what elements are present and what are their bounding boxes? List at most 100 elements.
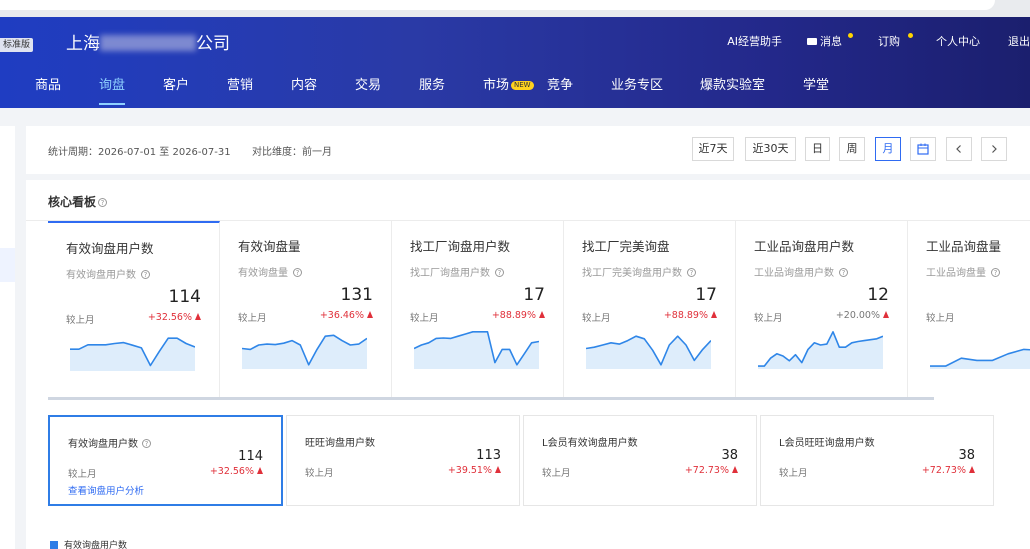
help-icon[interactable]: ? [142,439,151,448]
card-change-value: +36.46% [319,310,364,321]
subscribe-label: 订购 [878,35,900,48]
card-value: 12 [867,285,889,305]
nav-item-competition[interactable]: 竞争 [547,76,573,96]
help-icon[interactable]: ? [141,270,150,279]
calendar-button[interactable] [910,137,936,161]
next-period-button[interactable] [981,137,1007,161]
help-icon[interactable]: ? [98,198,108,207]
card-title: 有效询盘用户数 [66,241,154,256]
company-redacted [100,35,196,51]
arrow-up-icon [969,466,975,473]
notification-dot [848,33,853,38]
filter-bar: 统计周期：2026-07-01 至 2026-07-31 对比维度：前一月 近7… [26,126,1030,174]
nav-item-customers[interactable]: 客户 [163,76,189,96]
chevron-left-icon [956,145,961,153]
app-root: 标准版 上海 公司 AI经营助手 消息 订购 个人中心 退出 商品 询盘 客户 营… [0,0,1030,549]
sub-card-value: 113 [476,448,501,463]
inquiry-analysis-link[interactable]: 查看询盘用户分析 [68,483,144,497]
nav-item-market[interactable]: 市场 NEW [483,76,534,96]
card-change: +88.89% [492,310,545,321]
card-subtitle: 找工厂询盘用户数? [410,264,504,279]
sub-card-change-value: +39.51% [447,465,492,476]
edition-badge: 标准版 [0,38,34,52]
btn-day[interactable]: 日 [805,137,830,161]
nav-item-products[interactable]: 商品 [35,76,61,96]
subscribe-link[interactable]: 订购 [878,33,913,50]
sub-metric-card[interactable]: L会员有效询盘用户数 38 较上月 +72.73% [523,415,757,506]
card-change-value: +32.56% [147,312,192,323]
chart-legend: 有效询盘用户数 [50,538,127,549]
nav-item-content[interactable]: 内容 [291,76,317,96]
nav-item-service[interactable]: 服务 [419,76,445,96]
sub-card-compare-label: 较上月 [542,468,571,479]
btn-last-7-days[interactable]: 近7天 [692,137,734,161]
help-icon[interactable]: ? [839,268,848,277]
sub-metric-card[interactable]: L会员旺旺询盘用户数 38 较上月 +72.73% [760,415,994,506]
nav-item-inquiry[interactable]: 询盘 [99,76,126,105]
messages-link[interactable]: 消息 [807,33,853,50]
stat-period: 统计周期：2026-07-01 至 2026-07-31 [48,147,231,158]
sub-card-title-text: L会员有效询盘用户数 [542,438,638,449]
sparkline [930,348,1030,369]
compare-dimension: 对比维度：前一月 [252,147,332,158]
sub-card-change-value: +32.56% [209,466,254,477]
sub-card-change-value: +72.73% [684,465,729,476]
help-icon[interactable]: ? [293,268,302,277]
sub-card-change: +72.73% [685,465,738,476]
sidebar [0,126,15,549]
nav-item-academy[interactable]: 学堂 [803,76,829,96]
btn-last-30-days[interactable]: 近30天 [745,137,796,161]
help-icon[interactable]: ? [991,268,1000,277]
help-icon[interactable]: ? [687,268,696,277]
prev-period-button[interactable] [946,137,972,161]
metric-card[interactable]: 工业品询盘用户数 工业品询盘用户数? 12 较上月 +20.00% [736,221,908,397]
nav-item-hot-lab[interactable]: 爆款实验室 [700,76,765,96]
sub-card-title: L会员旺旺询盘用户数 [779,434,875,449]
metric-card[interactable]: 有效询盘量 有效询盘量? 131 较上月 +36.46% [220,221,392,397]
sparkline-area [242,335,367,369]
ai-assistant-link[interactable]: AI经营助手 [727,34,782,50]
sidebar-selected-item[interactable] [0,248,15,282]
card-subtitle-text: 找工厂完美询盘用户数 [582,268,682,279]
metric-card[interactable]: 有效询盘用户数 有效询盘用户数? 114 较上月 +32.56% [48,221,220,397]
sub-metric-card[interactable]: 有效询盘用户数? 114 较上月 +32.56% 查看询盘用户分析 [48,415,283,506]
arrow-up-icon [539,311,545,318]
sub-card-compare-label: 较上月 [305,468,334,479]
personal-center-link[interactable]: 个人中心 [936,34,980,50]
legend-swatch [50,541,58,549]
arrow-up-icon [195,313,201,320]
nav-item-marketing[interactable]: 营销 [227,76,253,96]
card-subtitle-text: 找工厂询盘用户数 [410,268,490,279]
nav-item-trade[interactable]: 交易 [355,76,381,96]
sub-metric-card[interactable]: 旺旺询盘用户数 113 较上月 +39.51% [286,415,520,506]
sparkline [758,331,883,369]
btn-month[interactable]: 月 [875,137,901,161]
card-subtitle: 有效询盘用户数? [66,266,150,281]
card-subtitle-text: 有效询盘量 [238,268,288,279]
card-value: 17 [695,285,717,305]
card-change-value: +88.89% [663,310,708,321]
help-icon[interactable]: ? [495,268,504,277]
sub-card-change: +32.56% [210,466,263,477]
metric-card[interactable]: 找工厂完美询盘 找工厂完美询盘用户数? 17 较上月 +88.89% [564,221,736,397]
logout-link[interactable]: 退出 [1008,34,1030,50]
metric-card[interactable]: 找工厂询盘用户数 找工厂询盘用户数? 17 较上月 +88.89% [392,221,564,397]
nav-item-business-zone[interactable]: 业务专区 [611,76,663,96]
subscribe-dot [908,33,913,38]
sparkline-area [414,331,539,369]
sub-card-change: +72.73% [922,465,975,476]
card-subtitle: 有效询盘量? [238,264,302,279]
legend-label: 有效询盘用户数 [64,541,128,549]
card-value: 131 [340,285,373,305]
card-change-value: +20.00% [835,310,880,321]
sparkline [586,335,711,369]
btn-week[interactable]: 周 [839,137,865,161]
address-bar[interactable] [0,0,995,10]
mail-icon [807,38,817,45]
sparkline-area [586,336,711,369]
card-value: 114 [168,287,201,307]
arrow-up-icon [257,467,263,474]
horizontal-scrollbar[interactable] [48,397,934,400]
metric-card[interactable]: 工业品询盘量 工业品询盘量? 较上月 [908,221,1030,397]
sub-card-value: 38 [721,448,738,463]
